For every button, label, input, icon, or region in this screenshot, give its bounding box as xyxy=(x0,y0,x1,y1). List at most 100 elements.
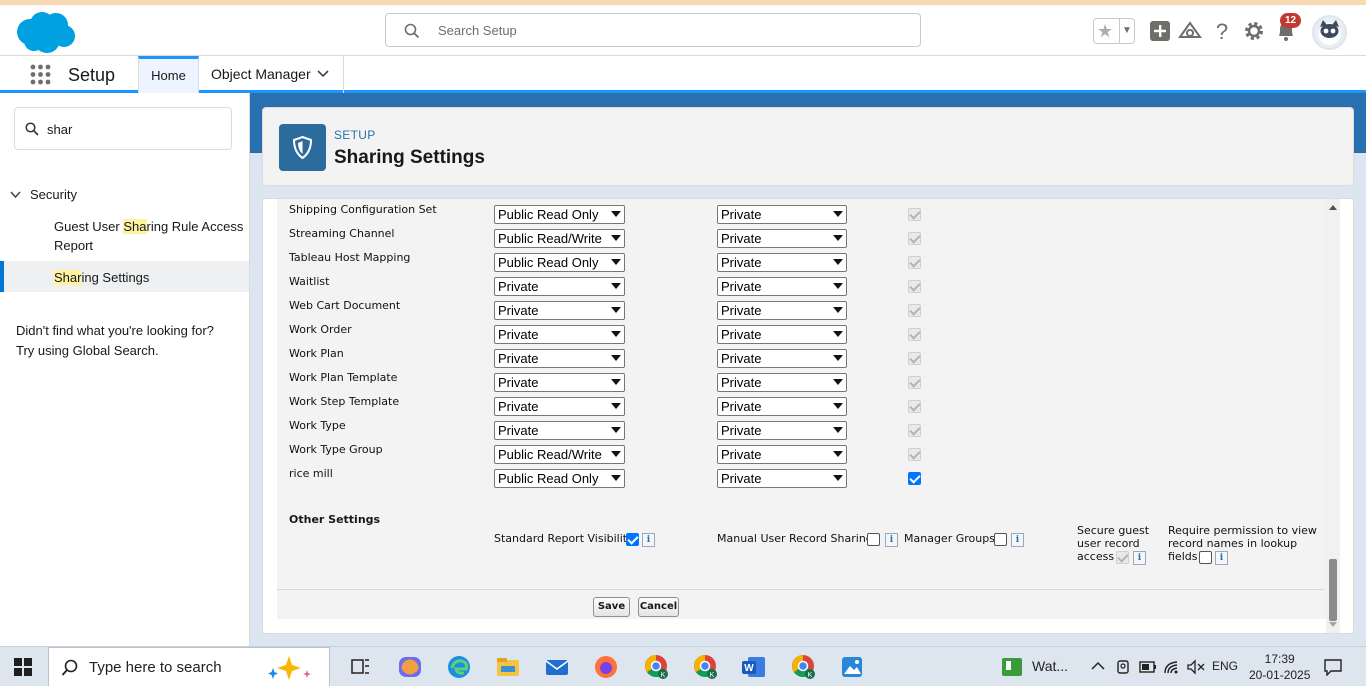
taskbar-search-box[interactable]: Type here to search xyxy=(48,647,330,686)
language-indicator[interactable]: ENG xyxy=(1212,659,1238,673)
search-highlight: Shar xyxy=(54,270,82,285)
chrome-profile-k-icon[interactable]: K xyxy=(690,653,720,681)
copilot-app-icon[interactable] xyxy=(395,653,425,681)
manager-groups-checkbox[interactable] xyxy=(994,533,1007,546)
chevron-down-icon[interactable] xyxy=(317,56,329,93)
weather-label[interactable]: Wat... xyxy=(1032,658,1068,674)
grant-access-using-hierarchies-checkbox xyxy=(908,376,921,389)
photos-icon[interactable] xyxy=(837,653,867,681)
default-external-access-select[interactable]: Private xyxy=(717,373,847,392)
scroll-up-arrow-icon[interactable] xyxy=(1329,205,1337,210)
scroll-thumb[interactable] xyxy=(1329,559,1337,621)
task-view-icon[interactable] xyxy=(345,653,375,681)
require-permission-view-record-names-checkbox[interactable] xyxy=(1199,551,1212,564)
help-icon[interactable]: ? xyxy=(1210,19,1234,43)
save-button[interactable]: Save xyxy=(593,597,630,617)
chevron-up-icon[interactable] xyxy=(1091,661,1105,671)
default-external-access-select[interactable]: Private xyxy=(717,469,847,488)
global-actions-add-icon[interactable] xyxy=(1148,19,1172,43)
firefox-icon[interactable] xyxy=(591,653,621,681)
vertical-scrollbar[interactable] xyxy=(1326,199,1340,633)
info-icon[interactable]: i xyxy=(1215,551,1228,565)
manual-user-record-sharing-checkbox[interactable] xyxy=(867,533,880,546)
user-avatar[interactable] xyxy=(1312,15,1347,50)
default-internal-access-select[interactable]: Private xyxy=(494,421,625,440)
table-row: Waitlist Private Private xyxy=(277,271,1337,296)
default-internal-access-select[interactable]: Private xyxy=(494,277,625,296)
default-internal-access-select[interactable]: Public Read/Write xyxy=(494,445,625,464)
default-external-access-select[interactable]: Private xyxy=(717,445,847,464)
grant-access-using-hierarchies-checkbox[interactable] xyxy=(908,472,921,485)
default-external-access-select[interactable]: Private xyxy=(717,277,847,296)
salesforce-logo[interactable] xyxy=(14,10,76,54)
edge-browser-icon[interactable] xyxy=(444,653,474,681)
tree-item-guest-user-sharing-rule-access-report[interactable]: Guest User Sharing Rule Access Report xyxy=(54,217,243,255)
page-title: Sharing Settings xyxy=(334,147,485,168)
default-internal-access-select[interactable]: Private xyxy=(494,325,625,344)
dropdown-arrow-icon xyxy=(611,427,621,433)
dropdown-arrow-icon xyxy=(611,451,621,457)
default-internal-access-select[interactable]: Public Read/Write xyxy=(494,229,625,248)
default-internal-access-select[interactable]: Private xyxy=(494,301,625,320)
meet-now-icon[interactable] xyxy=(1115,659,1131,675)
trailhead-icon[interactable] xyxy=(1178,19,1202,43)
select-value: Private xyxy=(721,255,762,270)
default-external-access-select[interactable]: Private xyxy=(717,421,847,440)
default-external-access-select[interactable]: Private xyxy=(717,253,847,272)
select-value: Private xyxy=(721,375,762,390)
default-external-access-select[interactable]: Private xyxy=(717,397,847,416)
default-external-access-select[interactable]: Private xyxy=(717,325,847,344)
windows-start-icon[interactable] xyxy=(14,658,32,676)
chrome-profile-k-icon[interactable]: K xyxy=(788,653,818,681)
default-internal-access-select[interactable]: Public Read Only xyxy=(494,469,625,488)
star-icon: ★ xyxy=(1097,21,1114,41)
quick-find-input[interactable]: shar xyxy=(14,107,232,150)
table-row: Work Type Group Public Read/Write Private xyxy=(277,439,1337,464)
dropdown-arrow-icon xyxy=(833,259,843,265)
search-highlight: Sha xyxy=(123,219,147,234)
info-icon[interactable]: i xyxy=(885,533,898,547)
svg-text:?: ? xyxy=(1216,19,1228,43)
tab-object-manager[interactable]: Object Manager xyxy=(199,56,344,93)
default-internal-access-select[interactable]: Public Read Only xyxy=(494,253,625,272)
notifications-badge: 12 xyxy=(1280,13,1301,28)
tree-section-label: Security xyxy=(30,187,77,202)
chevron-down-icon[interactable]: ▼ xyxy=(1119,19,1134,43)
notification-center-icon[interactable] xyxy=(1323,658,1343,676)
standard-report-visibility-checkbox[interactable] xyxy=(626,533,639,546)
default-internal-access-select[interactable]: Private xyxy=(494,349,625,368)
global-search-link[interactable]: Try using Global Search. xyxy=(16,341,214,361)
info-icon[interactable]: i xyxy=(1011,533,1024,547)
tab-home[interactable]: Home xyxy=(138,56,199,93)
chrome-profile-k-icon[interactable]: K xyxy=(641,653,671,681)
file-explorer-icon[interactable] xyxy=(493,653,523,681)
system-clock[interactable]: 17:39 20-01-2025 xyxy=(1249,651,1310,683)
table-row: Work Order Private Private xyxy=(277,319,1337,344)
tree-item-sharing-settings[interactable]: Sharing Settings xyxy=(54,268,149,287)
info-icon[interactable]: i xyxy=(1133,551,1146,565)
select-value: Private xyxy=(721,471,762,486)
manager-groups-label: Manager Groups xyxy=(904,532,995,545)
mail-icon[interactable] xyxy=(542,653,572,681)
favorites-button[interactable]: ★ ▼ xyxy=(1093,18,1135,44)
default-external-access-select[interactable]: Private xyxy=(717,301,847,320)
default-external-access-select[interactable]: Private xyxy=(717,349,847,368)
gear-icon[interactable] xyxy=(1242,19,1266,43)
default-internal-access-select[interactable]: Public Read Only xyxy=(494,205,625,224)
default-external-access-select[interactable]: Private xyxy=(717,229,847,248)
cancel-button[interactable]: Cancel xyxy=(638,597,679,617)
default-external-access-select[interactable]: Private xyxy=(717,205,847,224)
search-setup-input[interactable]: Search Setup xyxy=(385,13,921,47)
default-internal-access-select[interactable]: Private xyxy=(494,373,625,392)
battery-icon[interactable] xyxy=(1139,660,1157,674)
app-launcher-icon[interactable] xyxy=(30,64,51,85)
word-icon[interactable]: W xyxy=(739,653,769,681)
default-internal-access-select[interactable]: Private xyxy=(494,397,625,416)
speaker-muted-icon[interactable] xyxy=(1187,659,1205,675)
label-line: Require permission to view xyxy=(1168,524,1317,537)
tree-section-security[interactable]: Security xyxy=(10,187,77,202)
scroll-down-arrow-icon[interactable] xyxy=(1329,622,1337,627)
info-icon[interactable]: i xyxy=(642,533,655,547)
weather-icon[interactable] xyxy=(1001,657,1023,677)
wifi-icon[interactable] xyxy=(1163,659,1181,675)
